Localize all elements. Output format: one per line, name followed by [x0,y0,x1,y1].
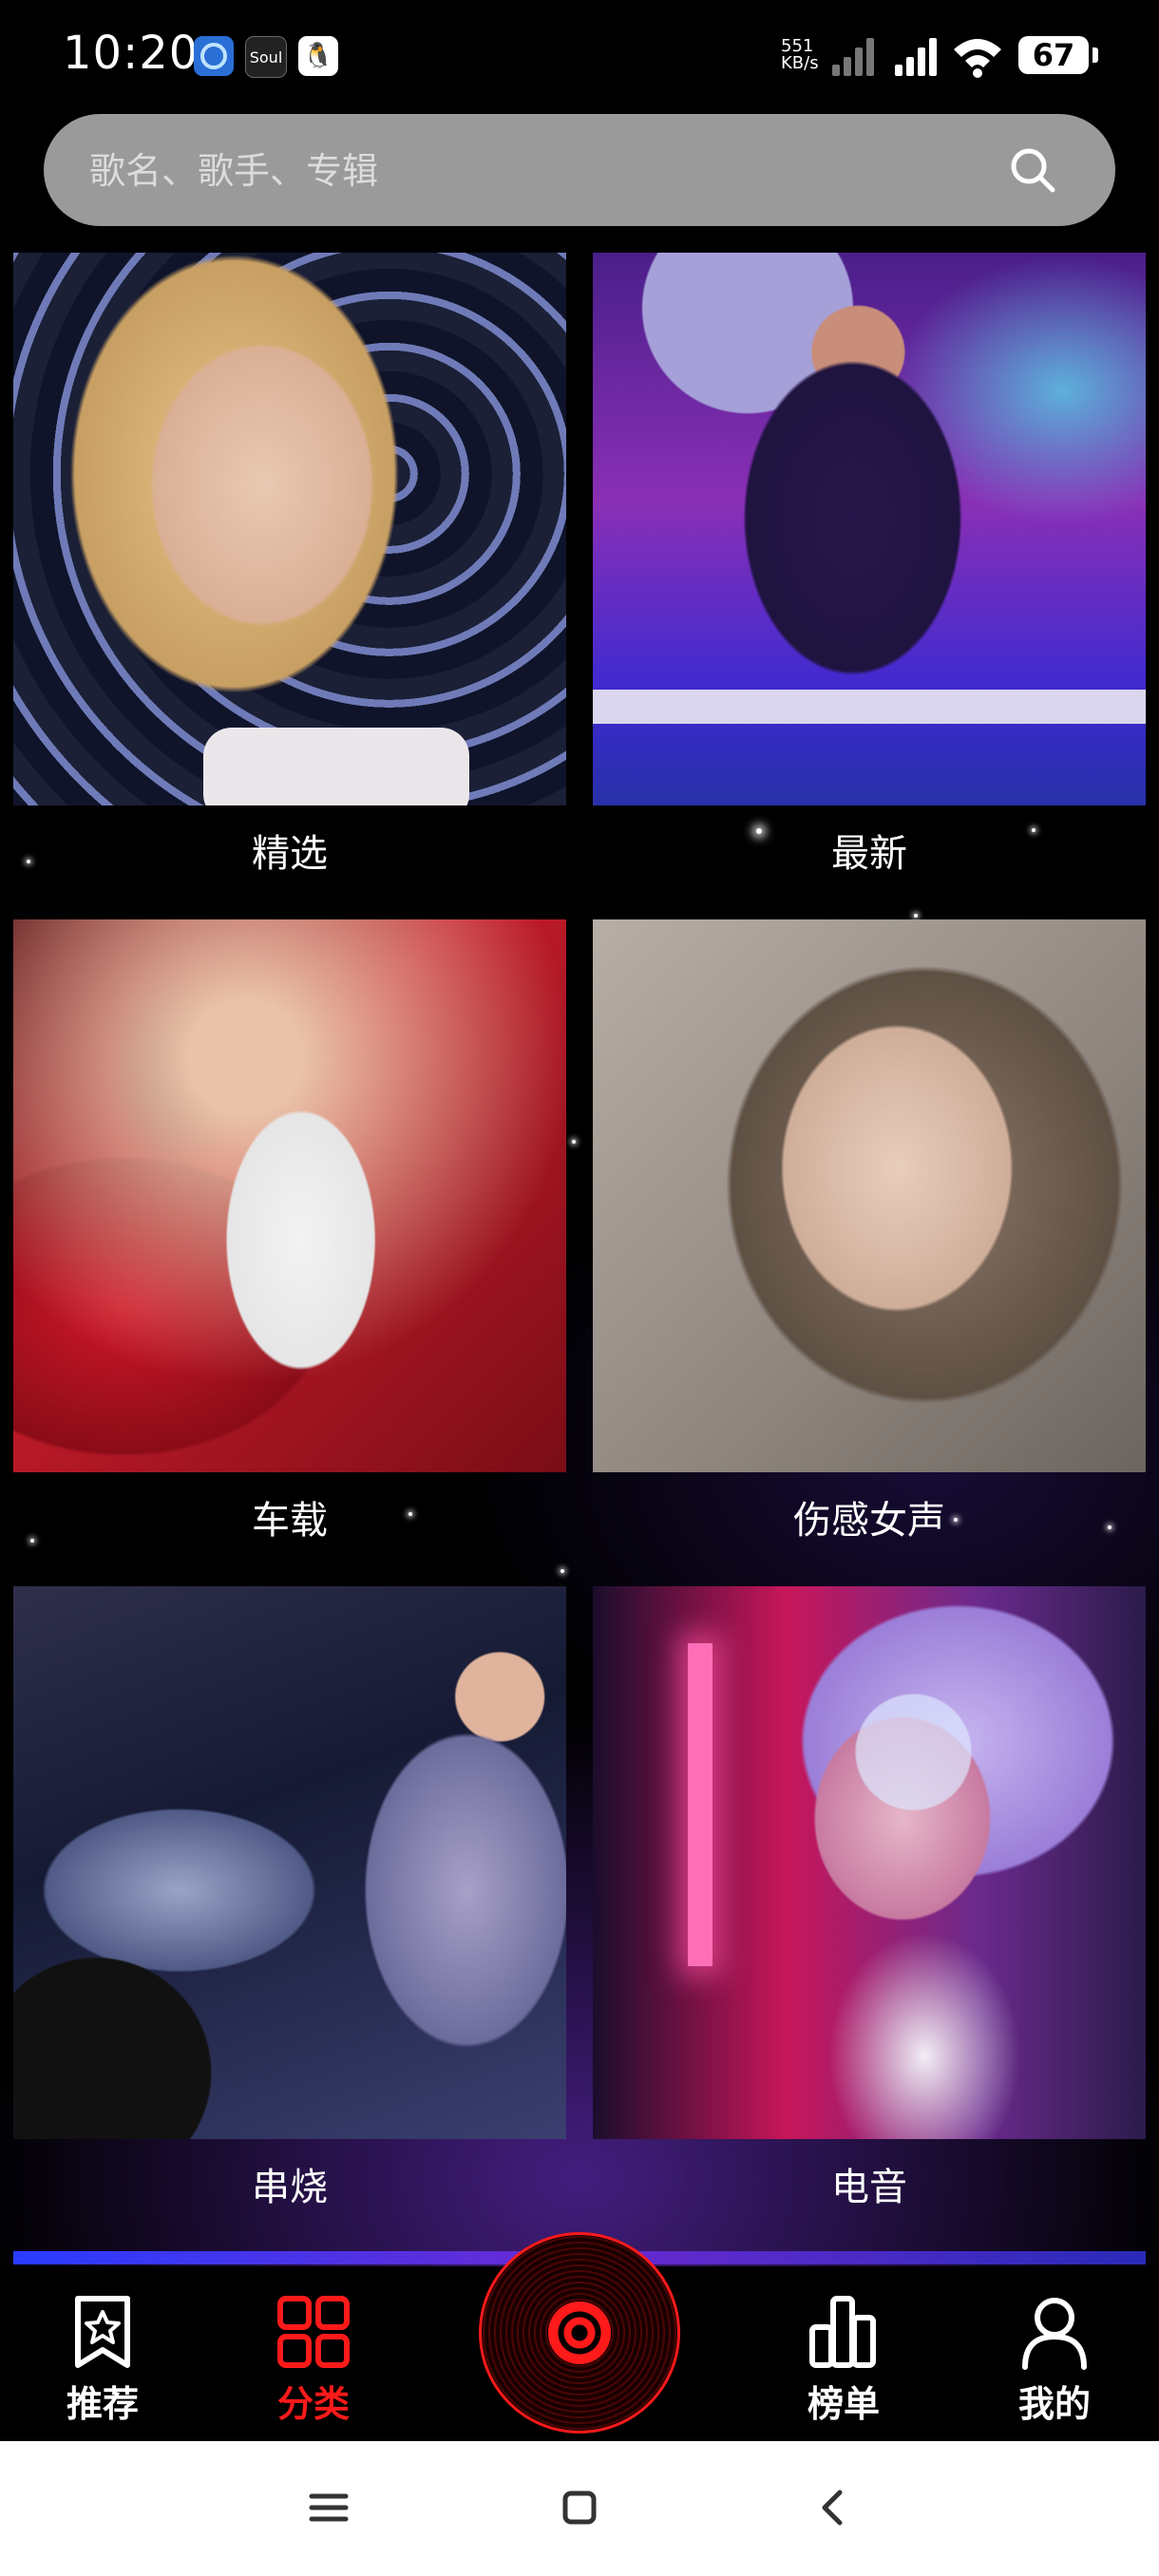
category-card-zuixin[interactable]: 最新 [593,253,1146,876]
grid-icon [277,2296,350,2368]
tab-label: 分类 [276,2383,350,2425]
tab-label: 我的 [1017,2383,1091,2425]
network-speed-unit: KB/s [781,53,819,73]
category-label: 伤感女声 [793,1499,945,1543]
tab-chart[interactable]: 榜单 [787,2293,901,2426]
network-speed: 551 KB/s [781,38,819,72]
notification-app-icon [194,36,234,76]
search-icon[interactable] [1005,142,1060,198]
category-label: 最新 [831,832,907,876]
back-icon[interactable] [804,2479,861,2536]
star-bookmark-icon [75,2296,130,2368]
bar-chart-icon [809,2296,876,2368]
category-cover-image[interactable] [13,253,566,805]
status-time: 10:20 [63,27,200,80]
signal-sim1-icon [895,38,939,76]
category-label: 电音 [831,2166,907,2209]
vinyl-disc-icon [548,2301,611,2364]
person-icon [1022,2298,1087,2370]
system-navigation-bar [0,2441,1159,2576]
category-card-chuanshao[interactable]: 串烧 [13,1586,566,2209]
sparkle [560,1569,564,1573]
tab-label: 推荐 [66,2383,139,2425]
category-label: 串烧 [252,2166,328,2209]
category-cover-image[interactable] [13,1586,566,2139]
battery-level: 67 [1032,37,1075,73]
category-cover-image[interactable] [13,919,566,1472]
category-cover-image[interactable] [593,253,1146,805]
qq-app-icon: 🐧 [298,36,338,76]
tab-mine[interactable]: 我的 [998,2293,1112,2426]
home-icon[interactable] [551,2479,608,2536]
wifi-icon [954,39,1001,78]
sparkle [914,914,918,918]
category-cover-image[interactable] [593,919,1146,1472]
category-card-chezai[interactable]: 车载 [13,919,566,1543]
player-disc-button[interactable] [479,2232,680,2434]
tab-category[interactable]: 分类 [256,2293,370,2426]
tab-recommend[interactable]: 推荐 [46,2293,160,2426]
category-card-dianyin[interactable]: 电音 [593,1586,1146,2209]
tab-label: 榜单 [807,2383,880,2425]
status-bar: 10:20 Soul 🐧 551 KB/s 67 [0,0,1159,112]
category-card-shanggan[interactable]: 伤感女声 [593,919,1146,1543]
soul-app-icon: Soul [245,36,287,78]
search-bar[interactable] [44,114,1115,228]
battery-indicator: 67 [1018,36,1098,74]
category-label: 精选 [252,832,328,876]
menu-icon[interactable] [300,2479,357,2536]
search-input[interactable] [87,114,946,228]
category-label: 车载 [252,1499,328,1543]
category-card-jingxuan[interactable]: 精选 [13,253,566,876]
signal-sim2-icon [832,38,876,76]
category-cover-image[interactable] [593,1586,1146,2139]
sparkle [572,1140,576,1144]
